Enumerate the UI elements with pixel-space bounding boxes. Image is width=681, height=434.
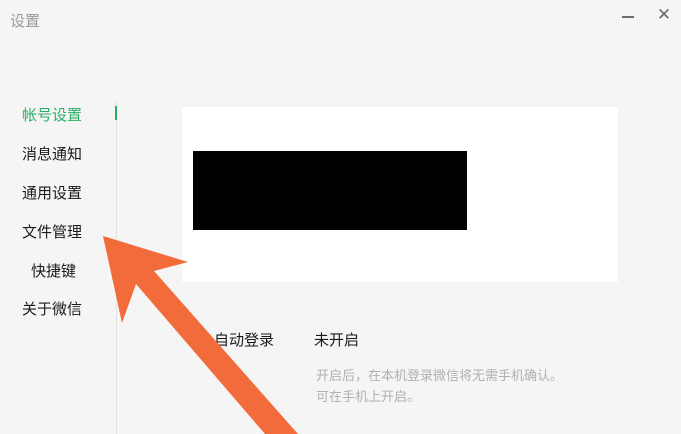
arrow-annotation-shape bbox=[103, 236, 298, 434]
arrow-annotation-icon bbox=[103, 236, 298, 434]
